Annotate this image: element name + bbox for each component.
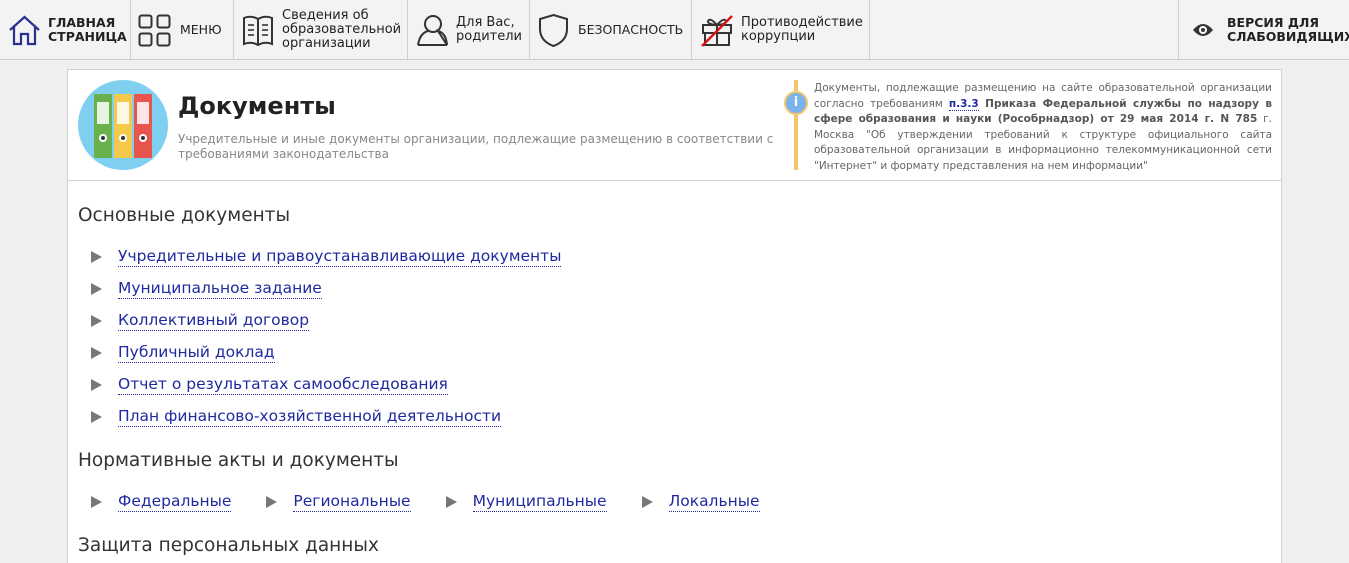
list-item: Локальные (641, 492, 760, 512)
triangle-bullet-icon (91, 379, 102, 391)
nav-anticorruption-label: Противодействие коррупции (741, 15, 863, 44)
list-item: Федеральные (91, 492, 232, 512)
shield-icon (538, 13, 569, 48)
triangle-bullet-icon (266, 496, 278, 508)
nav-anticorruption[interactable]: Противодействие коррупции (692, 0, 870, 60)
top-navigation: ГЛАВНАЯ СТРАНИЦА МЕНЮ Сведения об образова… (0, 0, 1349, 60)
triangle-bullet-icon (91, 315, 102, 327)
section-title-normative: Нормативные акты и документы (78, 450, 399, 471)
eye-icon (1192, 22, 1214, 38)
nav-school-info[interactable]: Сведения об образовательной организации (234, 0, 408, 60)
doc-link[interactable]: Публичный доклад (118, 343, 275, 363)
nav-security-label: БЕЗОПАСНОСТЬ (578, 22, 684, 37)
nav-security[interactable]: БЕЗОПАСНОСТЬ (530, 0, 692, 60)
list-item: Отчет о результатах самообследования (91, 375, 448, 395)
folders-icon (78, 80, 168, 170)
section-title-personal-data: Защита персональных данных (78, 535, 379, 556)
triangle-bullet-icon (91, 251, 102, 263)
page-subtitle: Учредительные и иные документы организац… (178, 132, 774, 161)
normative-links: Федеральные Региональные Муниципальные Л… (91, 492, 795, 512)
doc-link-municipal[interactable]: Муниципальные (472, 492, 607, 512)
nav-parents[interactable]: Для Вас, родители (408, 0, 530, 60)
triangle-bullet-icon (91, 496, 102, 508)
list-item: Муниципальные (445, 492, 607, 512)
nav-school-info-label: Сведения об образовательной организации (282, 8, 402, 51)
doc-link[interactable]: План финансово-хозяйственной деятельност… (118, 407, 502, 427)
triangle-bullet-icon (91, 411, 102, 423)
legal-note-link[interactable]: п.3.3 (948, 97, 979, 111)
list-item: Региональные (266, 492, 411, 512)
doc-link[interactable]: Муниципальное задание (118, 279, 322, 299)
legal-note: Документы, подлежащие размещению на сайт… (814, 82, 1272, 172)
nav-low-vision-version[interactable]: ВЕРСИЯ ДЛЯ СЛАБОВИДЯЩИХ (1178, 0, 1349, 60)
list-item: Публичный доклад (91, 343, 275, 363)
triangle-bullet-icon (641, 496, 653, 508)
doc-link[interactable]: Учредительные и правоустанавливающие док… (118, 247, 562, 267)
list-item: План финансово-хозяйственной деятельност… (91, 407, 502, 427)
grid-icon (138, 14, 171, 47)
nav-home-label: ГЛАВНАЯ СТРАНИЦА (48, 15, 127, 44)
info-icon: i (784, 91, 808, 115)
book-icon (242, 13, 274, 47)
list-item: Муниципальное задание (91, 279, 322, 299)
page-title: Документы (178, 92, 336, 120)
triangle-bullet-icon (445, 496, 457, 508)
nav-menu-label: МЕНЮ (180, 22, 222, 37)
list-item: Учредительные и правоустанавливающие док… (91, 247, 562, 267)
crossed-gift-icon (700, 13, 734, 47)
nav-home[interactable]: ГЛАВНАЯ СТРАНИЦА (0, 0, 131, 60)
list-item: Коллективный договор (91, 311, 310, 331)
nav-parents-label: Для Вас, родители (456, 15, 522, 44)
person-icon (416, 13, 449, 47)
content-panel: Документы Учредительные и иные документы… (67, 69, 1282, 563)
home-icon (8, 14, 41, 46)
section-title-main-docs: Основные документы (78, 205, 291, 226)
doc-link[interactable]: Коллективный договор (118, 311, 310, 331)
doc-link-regional[interactable]: Региональные (293, 492, 411, 512)
doc-link-federal[interactable]: Федеральные (118, 492, 232, 512)
triangle-bullet-icon (91, 283, 102, 295)
triangle-bullet-icon (91, 347, 102, 359)
nav-low-vision-label: ВЕРСИЯ ДЛЯ СЛАБОВИДЯЩИХ (1227, 15, 1349, 44)
page-header: Документы Учредительные и иные документы… (68, 70, 1281, 181)
doc-link[interactable]: Отчет о результатах самообследования (118, 375, 448, 395)
doc-link-local[interactable]: Локальные (668, 492, 760, 512)
nav-menu[interactable]: МЕНЮ (131, 0, 234, 60)
